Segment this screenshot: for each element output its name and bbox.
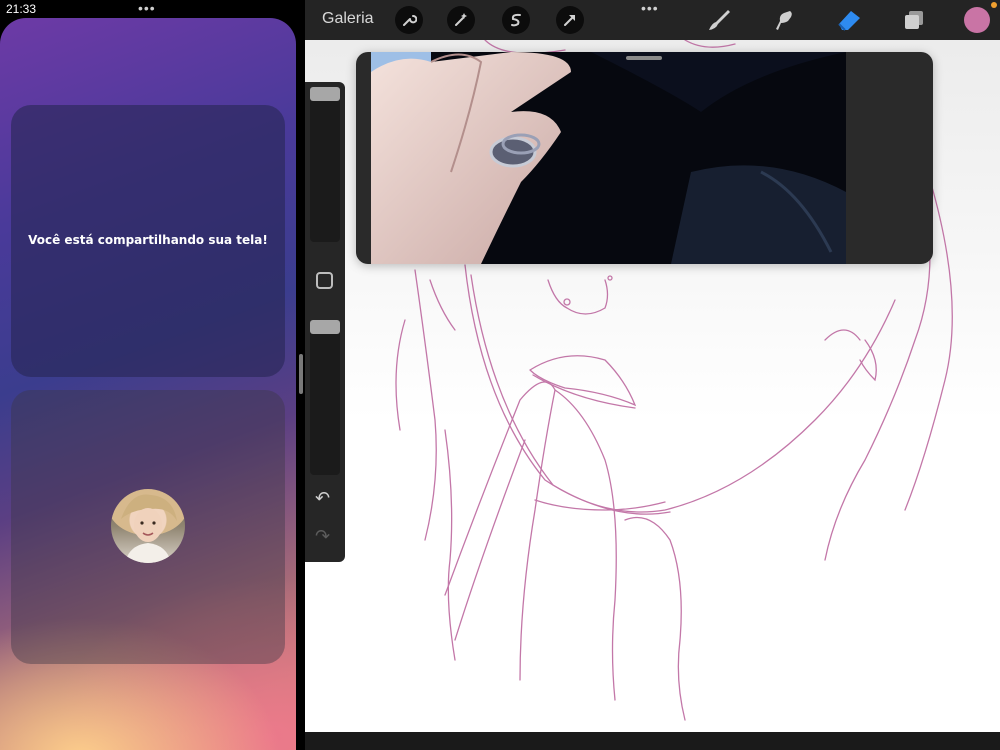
- layers-icon[interactable]: [899, 6, 929, 34]
- gallery-button[interactable]: Galeria: [322, 10, 374, 28]
- participant-avatar: [111, 489, 185, 563]
- reference-window-grabber[interactable]: [626, 56, 662, 60]
- magic-wand-icon[interactable]: [447, 6, 475, 34]
- procreate-toolbar: Galeria •••: [305, 0, 1000, 40]
- brush-size-handle[interactable]: [310, 87, 340, 101]
- status-time: 21:33: [6, 2, 37, 16]
- canvas-bottom-bar: [305, 732, 1000, 750]
- multitask-menu-icon[interactable]: •••: [641, 1, 659, 15]
- brush-opacity-slider[interactable]: [310, 320, 340, 475]
- screen-share-tile[interactable]: Você está compartilhando sua tela!: [11, 105, 285, 377]
- wrench-icon[interactable]: [395, 6, 423, 34]
- redo-icon[interactable]: ↷: [315, 526, 330, 547]
- transform-arrow-icon[interactable]: [556, 6, 584, 34]
- color-picker-swatch[interactable]: [964, 7, 990, 33]
- screen-share-message: Você está compartilhando sua tela!: [28, 233, 268, 247]
- brush-icon[interactable]: [704, 6, 734, 34]
- brush-size-slider[interactable]: [310, 87, 340, 242]
- call-panel: Você está compartilhando sua tela!: [0, 18, 296, 750]
- multitask-menu-icon[interactable]: •••: [138, 1, 156, 15]
- smudge-icon[interactable]: [769, 6, 799, 34]
- brush-opacity-handle[interactable]: [310, 320, 340, 334]
- reference-image-window[interactable]: [356, 52, 933, 264]
- eraser-icon[interactable]: [834, 6, 864, 34]
- reference-photo: [371, 52, 846, 264]
- discord-call-pane: 21:33 ••• Você está compartilhando sua t…: [0, 0, 300, 750]
- participant-tile[interactable]: [11, 390, 285, 664]
- selection-icon[interactable]: [502, 6, 530, 34]
- undo-icon[interactable]: ↶: [315, 488, 330, 509]
- brush-sidebar: ↶ ↷: [305, 82, 345, 562]
- split-view-divider-handle[interactable]: [299, 354, 303, 394]
- modify-button[interactable]: [316, 272, 333, 289]
- recording-indicator: [991, 2, 997, 8]
